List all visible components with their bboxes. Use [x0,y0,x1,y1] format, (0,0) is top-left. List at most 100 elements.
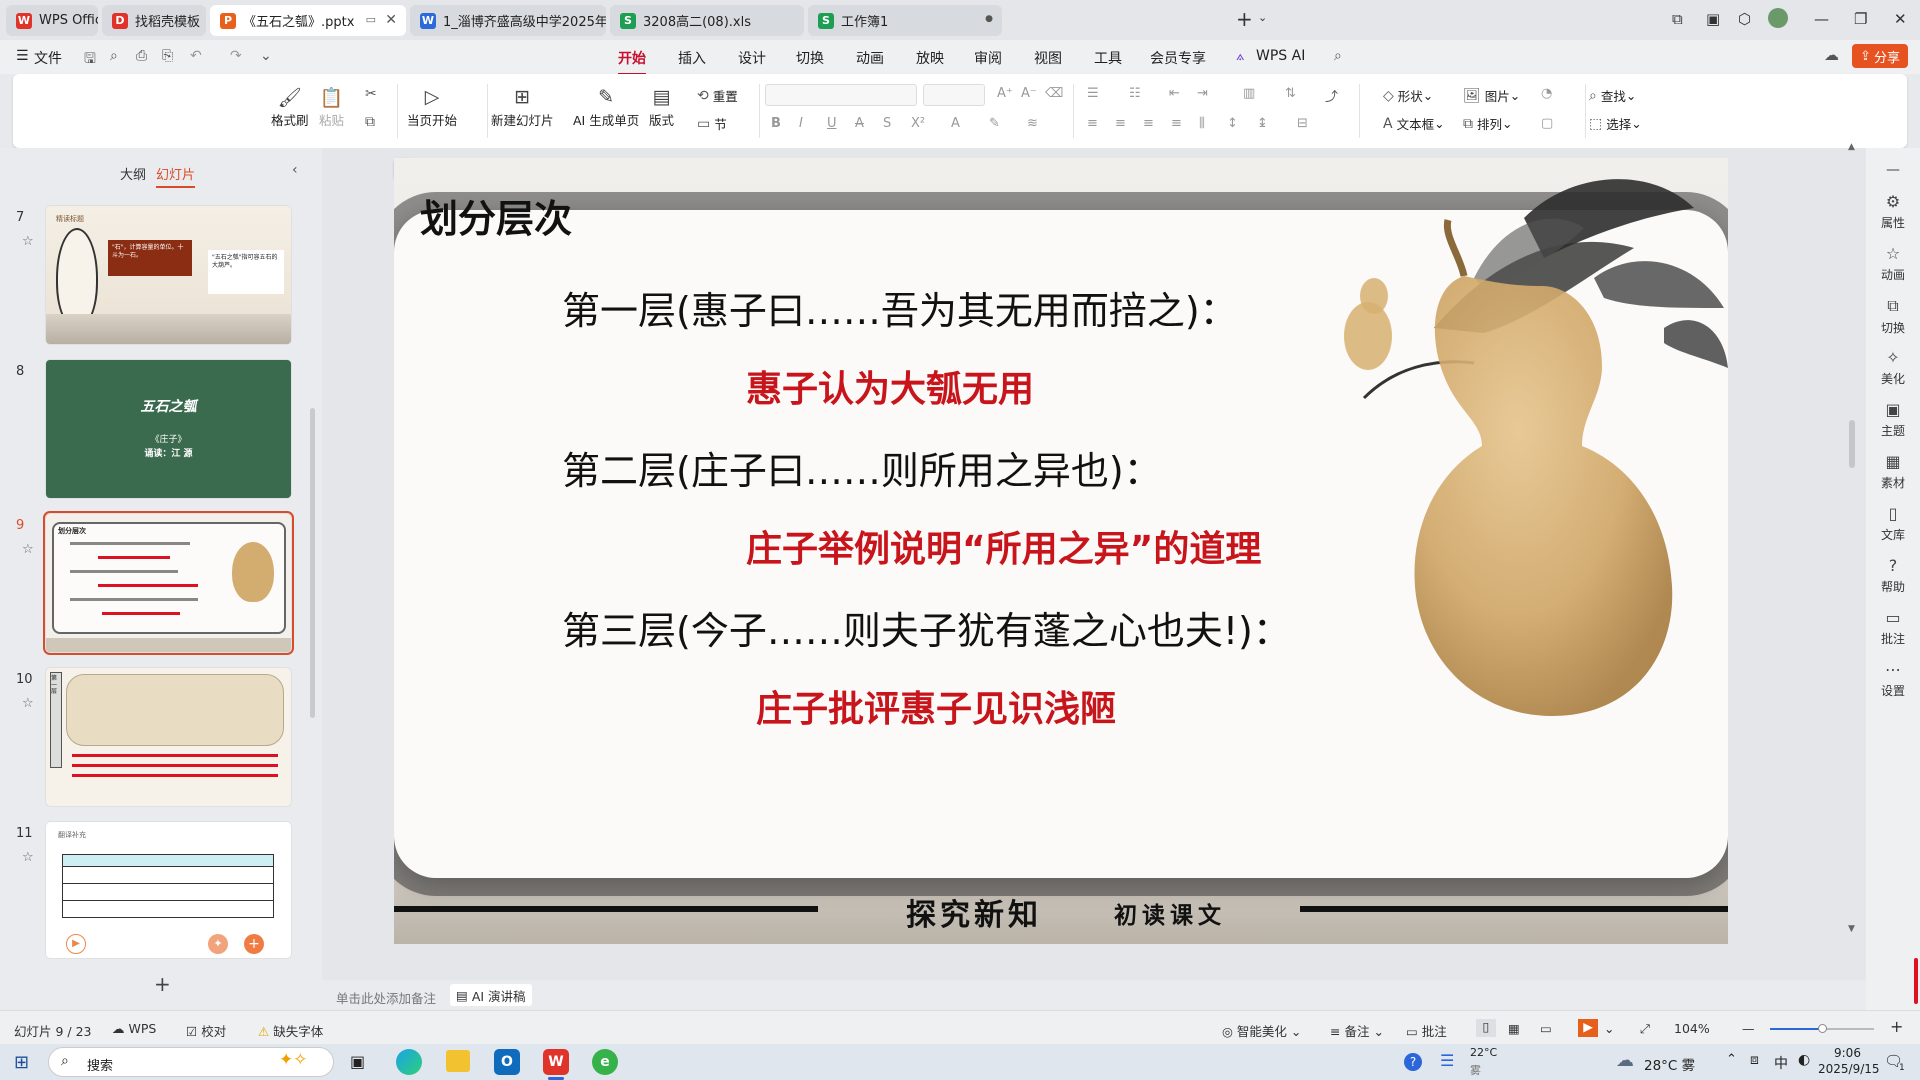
layout-button[interactable]: ▤ 版式 [649,84,674,129]
ime-mode-icon[interactable]: ◐ [1798,1052,1810,1068]
menu-file[interactable]: 文件 [34,48,62,68]
char-spacing-icon[interactable]: ≋ [1027,116,1038,131]
footer-title[interactable]: 探究新知 [906,890,1042,934]
vertical-align-icon[interactable]: ⊟ [1297,116,1308,131]
paragraph-spacing-icon[interactable]: ↨ [1257,116,1268,131]
play-icon[interactable]: ▶ [66,934,86,954]
highlight-icon[interactable]: ✎ [989,116,1000,131]
paste-button[interactable]: 📋 粘贴 [319,84,344,129]
layer-2-text[interactable]: 第二层(庄子曰……则所用之异也)： [562,440,1162,495]
layer-2-answer[interactable]: 庄子举例说明“所用之异”的道理 [746,520,1261,572]
grid-view-icon[interactable]: ▦ [1508,1021,1520,1036]
play-from-current-button[interactable]: ▷ 当页开始 [407,84,457,129]
zoom-out-icon[interactable]: — [1742,1021,1755,1036]
weather-bar-icon[interactable]: ☰ [1440,1051,1454,1070]
chevron-down-icon[interactable]: ⌄ [1258,11,1267,24]
clear-format-icon[interactable]: ⌫ [1045,86,1063,101]
tab-dot-icon[interactable]: ● [985,14,993,24]
copy-icon[interactable]: ⧉ [365,114,379,130]
reset-button[interactable]: ⟲ 重置 [697,86,738,105]
slide-counter[interactable]: 幻灯片 9 / 23 [14,1021,92,1040]
comments-toggle-button[interactable]: ▭ 批注 [1406,1021,1447,1040]
tab-docx[interactable]: W 1_淄博齐盛高级中学2025年秋季运动 [410,5,606,36]
windows-start-icon[interactable]: ⊞ [14,1052,29,1073]
slide-thumbnail-7[interactable]: 精读标题 "石"，计算容量的单位。十斗为一石。 "五石之瓠"指可容五石的大葫芦。 [46,206,291,344]
menu-review[interactable]: 审阅 [974,48,1002,68]
columns-icon[interactable]: ▥ [1243,86,1255,101]
slide-thumbnail-10[interactable]: 第一层 [46,668,291,806]
task-view-icon[interactable]: ▣ [350,1052,365,1071]
tab-slides[interactable]: 幻灯片 [156,164,196,188]
wps-taskbar-icon[interactable]: W [543,1049,569,1075]
menu-view[interactable]: 视图 [1034,48,1062,68]
panel-scrollbar[interactable] [310,408,315,718]
undo-icon[interactable]: ↶ [190,48,202,64]
font-size-select[interactable] [923,84,985,106]
taskbar-search-box[interactable]: ⌕ 搜索 ✦✧ [48,1047,334,1077]
normal-view-icon[interactable]: ▯ [1476,1019,1496,1037]
new-tab-icon[interactable]: + [1236,7,1253,31]
distribute-icon[interactable]: ⫼ [1199,116,1205,131]
align-center-icon[interactable]: ≡ [1115,116,1126,131]
star-icon[interactable]: ☆ [22,850,34,865]
sidebar-comments[interactable]: ▭ 批注 [1866,608,1920,647]
avatar[interactable] [1768,8,1788,28]
fit-window-icon[interactable]: ⤢ [1640,1021,1650,1037]
menu-insert[interactable]: 插入 [678,48,706,68]
underline-icon[interactable]: U [827,116,837,131]
hamburger-icon[interactable]: ☰ [16,48,29,64]
menu-transition[interactable]: 切换 [796,48,824,68]
menu-design[interactable]: 设计 [738,48,766,68]
zoom-in-icon[interactable]: + [1890,1017,1903,1036]
close-window-icon[interactable]: ✕ [1894,10,1907,28]
more-icon[interactable]: ⌄ [260,48,272,64]
ai-page-button[interactable]: ✎ AI 生成单页 [573,84,639,129]
search-icon[interactable]: ⌕ [1334,48,1342,64]
find-button[interactable]: ⌕ 查找 ⌄ [1589,86,1636,105]
fill-icon[interactable]: ◔ [1541,86,1552,101]
close-tab-icon[interactable]: ✕ [385,12,397,28]
print-icon[interactable]: ⎙ [136,48,147,64]
minus-icon[interactable]: — [1886,162,1900,178]
window-layout-icon[interactable]: ▣ [1706,10,1720,28]
sidebar-settings[interactable]: ⋯ 设置 [1866,660,1920,699]
star-icon[interactable]: ☆ [22,542,34,557]
wps-cloud-button[interactable]: ☁ WPS [112,1021,156,1036]
format-painter-button[interactable]: 🖌 格式刷 [271,84,309,129]
window-icon[interactable]: ▭ [366,13,376,26]
restore-icon[interactable]: ❐ [1854,10,1867,28]
add-slide-icon[interactable]: + [244,934,264,954]
tab-workbook[interactable]: S 工作簿1 ● [808,5,1002,36]
sort-icon[interactable]: ⇅ [1285,86,1296,101]
font-family-select[interactable] [765,84,917,106]
slide-thumbnail-11[interactable]: 翻译补充 ▶ ✦ + [46,822,291,958]
layer-3-text[interactable]: 第三层(今子……则夫子犹有蓬之心也夫!)： [562,600,1291,655]
arrange-button[interactable]: ⧉ 排列 ⌄ [1463,114,1513,133]
play-slideshow-icon[interactable]: ▶ [1578,1019,1598,1037]
sidebar-library[interactable]: ▯ 文库 [1866,504,1920,543]
clock-date[interactable]: 2025/9/15 [1818,1062,1880,1076]
cloud-weather-icon[interactable]: ☁ [1616,1050,1634,1071]
picture-button[interactable]: 🖼 图片 ⌄ [1463,86,1520,105]
tray-app-icon[interactable]: ⧈ [1750,1052,1759,1068]
outline-icon[interactable]: ▢ [1541,116,1553,131]
slide-thumbnail-8[interactable]: 五石之瓠 《庄子》 诵读：江 源 [46,360,291,498]
reading-view-icon[interactable]: ▭ [1540,1021,1552,1036]
ime-indicator[interactable]: 中 [1774,1053,1788,1073]
sidebar-transition[interactable]: ⧉ 切换 [1866,296,1920,336]
font-color-icon[interactable]: A [951,116,960,131]
missing-font-button[interactable]: ⚠ 缺失字体 [258,1021,323,1040]
notes-toggle-button[interactable]: ≡ 备注 ⌄ [1330,1021,1384,1040]
zoom-level[interactable]: 104% [1674,1021,1710,1036]
menu-tools[interactable]: 工具 [1094,48,1122,68]
layer-3-answer[interactable]: 庄子批评惠子见识浅陋 [756,680,1116,732]
menu-animation[interactable]: 动画 [856,48,884,68]
tab-pptx[interactable]: P 《五石之瓠》.pptx ▭ ✕ [210,5,406,36]
text-direction-icon[interactable]: ⤴ [1325,86,1338,105]
shape-button[interactable]: ◇ 形状 ⌄ [1383,86,1433,105]
chevron-down-icon[interactable]: ⌄ [1604,1021,1614,1036]
outdent-icon[interactable]: ⇤ [1169,86,1180,101]
redo-icon[interactable]: ↷ [230,48,242,64]
proofread-button[interactable]: ☑ 校对 [186,1021,226,1040]
text-effect-icon[interactable]: S [883,116,891,131]
